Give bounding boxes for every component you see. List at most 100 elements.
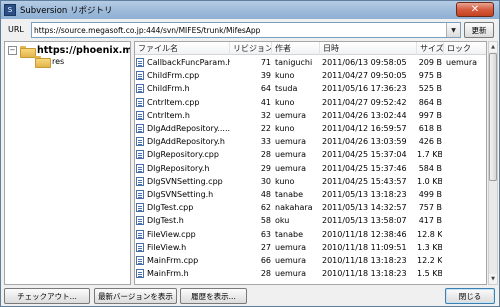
file-icon bbox=[136, 176, 144, 186]
cell-author: uemura bbox=[275, 150, 307, 160]
repository-window: S Subversion リポジトリ ✕ URL ▼ 更新 − https://… bbox=[0, 0, 500, 307]
cell-name: DlgRepository.h bbox=[147, 163, 210, 173]
cell-size: 417 B bbox=[418, 216, 442, 226]
show-history-button[interactable]: 履歴を表示... bbox=[180, 288, 247, 304]
subversion-icon: S bbox=[4, 4, 16, 16]
cell-revision: 30 bbox=[260, 176, 271, 186]
tree-item-label: res bbox=[52, 56, 65, 66]
scrollbar-thumb[interactable] bbox=[489, 53, 497, 181]
table-row[interactable]: MainFrm.cpp 66 uemura 2010/11/18 13:18:23 12… bbox=[135, 254, 486, 267]
url-input[interactable] bbox=[34, 24, 444, 36]
cell-revision: 39 bbox=[260, 71, 271, 81]
cell-author: oku bbox=[275, 216, 290, 226]
column-header-size[interactable]: サイズ bbox=[417, 42, 444, 55]
cell-revision: 33 bbox=[260, 137, 271, 147]
cell-name: CntrItem.h bbox=[147, 110, 190, 120]
scroll-up-icon[interactable]: ▲ bbox=[489, 42, 497, 52]
cell-date: 2011/04/25 15:43:57 bbox=[322, 176, 407, 186]
cell-size: 426 B bbox=[418, 137, 442, 147]
scroll-down-icon[interactable]: ▼ bbox=[489, 274, 497, 284]
url-combobox[interactable]: ▼ bbox=[31, 22, 461, 38]
list-header: ファイル名 リビジョン 作者 日時 サイズ ロック bbox=[135, 42, 486, 55]
window-title: Subversion リポジトリ bbox=[20, 6, 113, 16]
table-row[interactable]: DlgAddRepository.h 33 uemura 2011/04/26 13:… bbox=[135, 135, 486, 148]
vertical-scrollbar[interactable]: ▲ ▼ bbox=[488, 41, 498, 285]
cell-revision: 64 bbox=[260, 84, 271, 94]
table-row[interactable]: MainFrm.h 28 uemura 2010/11/18 13:18:23 1.5 … bbox=[135, 267, 486, 280]
column-header-revision[interactable]: リビジョン bbox=[230, 42, 272, 55]
cell-lock bbox=[446, 148, 486, 161]
chevron-down-icon[interactable]: ▼ bbox=[446, 23, 460, 37]
cell-revision: 32 bbox=[260, 110, 271, 120]
cell-name: CntrItem.cpp bbox=[147, 97, 200, 107]
table-row[interactable]: DlgRepository.h 29 uemura 2011/04/25 15:37:… bbox=[135, 162, 486, 175]
cell-lock bbox=[446, 214, 486, 227]
table-row[interactable]: ChildFrm.cpp 39 kuno 2011/04/27 09:50:05 975… bbox=[135, 69, 486, 82]
file-icon bbox=[136, 229, 144, 239]
collapse-icon[interactable]: − bbox=[8, 46, 17, 55]
table-row[interactable]: DlgSVNSetting.cpp 30 kuno 2011/04/25 15:43:… bbox=[135, 175, 486, 188]
column-header-lock[interactable]: ロック bbox=[444, 42, 486, 55]
cell-size: 209 B bbox=[418, 58, 442, 67]
file-icon bbox=[136, 163, 144, 173]
cell-name: DlgAddRepository..... bbox=[147, 124, 230, 133]
cell-revision: 28 bbox=[260, 150, 271, 160]
cell-name: ChildFrm.h bbox=[147, 84, 190, 94]
cell-author: uemura bbox=[275, 269, 307, 279]
cell-lock bbox=[446, 122, 486, 135]
repository-tree[interactable]: − https://phoenix.megaso res bbox=[4, 41, 131, 285]
table-row[interactable]: FileView.cpp 63 tanabe 2010/11/18 12:38:46 1… bbox=[135, 228, 486, 241]
column-header-date[interactable]: 日時 bbox=[320, 42, 417, 55]
file-icon bbox=[136, 124, 144, 133]
tree-root-label: https://phoenix.megaso bbox=[37, 45, 130, 56]
table-row[interactable]: DlgSVNSetting.h 48 tanabe 2011/05/13 13:18:… bbox=[135, 188, 486, 201]
cell-date: 2011/05/16 17:36:23 bbox=[322, 84, 407, 94]
tree-item-res[interactable]: res bbox=[35, 56, 65, 68]
table-row[interactable]: FileView.h 27 uemura 2010/11/18 11:09:51 1.3… bbox=[135, 241, 486, 254]
cell-date: 2011/05/13 13:18:23 bbox=[322, 190, 407, 199]
show-latest-button[interactable]: 最新バージョンを表示 bbox=[94, 288, 177, 304]
close-icon[interactable]: ✕ bbox=[456, 2, 494, 17]
cell-date: 2011/04/26 13:02:44 bbox=[322, 110, 407, 120]
close-button[interactable]: 閉じる bbox=[445, 288, 495, 304]
table-row[interactable]: DlgTest.cpp 62 nakahara 2011/05/13 14:32:57… bbox=[135, 201, 486, 214]
cell-name: CallbackFuncParam.h bbox=[147, 58, 230, 67]
cell-author: kuno bbox=[275, 176, 295, 186]
cell-size: 1.0 KB bbox=[417, 176, 442, 186]
table-row[interactable]: CntrItem.cpp 41 kuno 2011/04/27 09:52:42 864… bbox=[135, 96, 486, 109]
column-header-name[interactable]: ファイル名 bbox=[135, 42, 230, 55]
refresh-button[interactable]: 更新 bbox=[464, 22, 494, 38]
column-header-author[interactable]: 作者 bbox=[272, 42, 320, 55]
table-row[interactable]: CallbackFuncParam.h 71 taniguchi 2011/06/13… bbox=[135, 56, 486, 69]
cell-name: DlgSVNSetting.cpp bbox=[147, 176, 223, 186]
file-icon bbox=[136, 110, 144, 120]
cell-revision: 28 bbox=[260, 269, 271, 279]
table-row[interactable]: DlgRepository.cpp 28 uemura 2011/04/25 15:3… bbox=[135, 148, 486, 161]
cell-author: uemura bbox=[275, 110, 307, 120]
cell-lock bbox=[446, 82, 486, 95]
file-list[interactable]: ファイル名 リビジョン 作者 日時 サイズ ロック CallbackFuncPa… bbox=[134, 41, 487, 285]
table-row[interactable]: ChildFrm.h 64 tsuda 2011/05/16 17:36:23 525 … bbox=[135, 82, 486, 95]
tree-root-item[interactable]: − https://phoenix.megaso bbox=[8, 45, 130, 58]
cell-revision: 29 bbox=[260, 163, 271, 173]
cell-revision: 62 bbox=[260, 203, 271, 213]
file-icon bbox=[136, 84, 144, 94]
file-icon bbox=[136, 256, 144, 265]
cell-size: 1.7 KB bbox=[417, 150, 442, 160]
table-row[interactable]: DlgAddRepository..... 22 kuno 2011/04/12 16… bbox=[135, 122, 486, 135]
cell-lock bbox=[446, 188, 486, 201]
cell-date: 2011/04/25 15:37:04 bbox=[322, 150, 407, 160]
checkout-button[interactable]: チェックアウト... bbox=[4, 288, 90, 304]
cell-name: DlgSVNSetting.h bbox=[147, 190, 214, 199]
table-row[interactable]: DlgTest.h 58 oku 2011/05/13 13:58:07 417 B bbox=[135, 214, 486, 227]
cell-size: 12.8 KB bbox=[417, 229, 442, 239]
file-icon bbox=[136, 203, 144, 213]
cell-revision: 66 bbox=[260, 256, 271, 265]
cell-size: 1.5 KB bbox=[417, 269, 442, 279]
title-bar: S Subversion リポジトリ ✕ bbox=[1, 1, 499, 19]
cell-size: 12.2 KB bbox=[417, 256, 442, 265]
cell-name: DlgTest.h bbox=[147, 216, 184, 226]
cell-author: nakahara bbox=[275, 203, 313, 213]
cell-date: 2011/04/12 16:59:57 bbox=[322, 124, 407, 133]
table-row[interactable]: CntrItem.h 32 uemura 2011/04/26 13:02:44 997… bbox=[135, 109, 486, 122]
